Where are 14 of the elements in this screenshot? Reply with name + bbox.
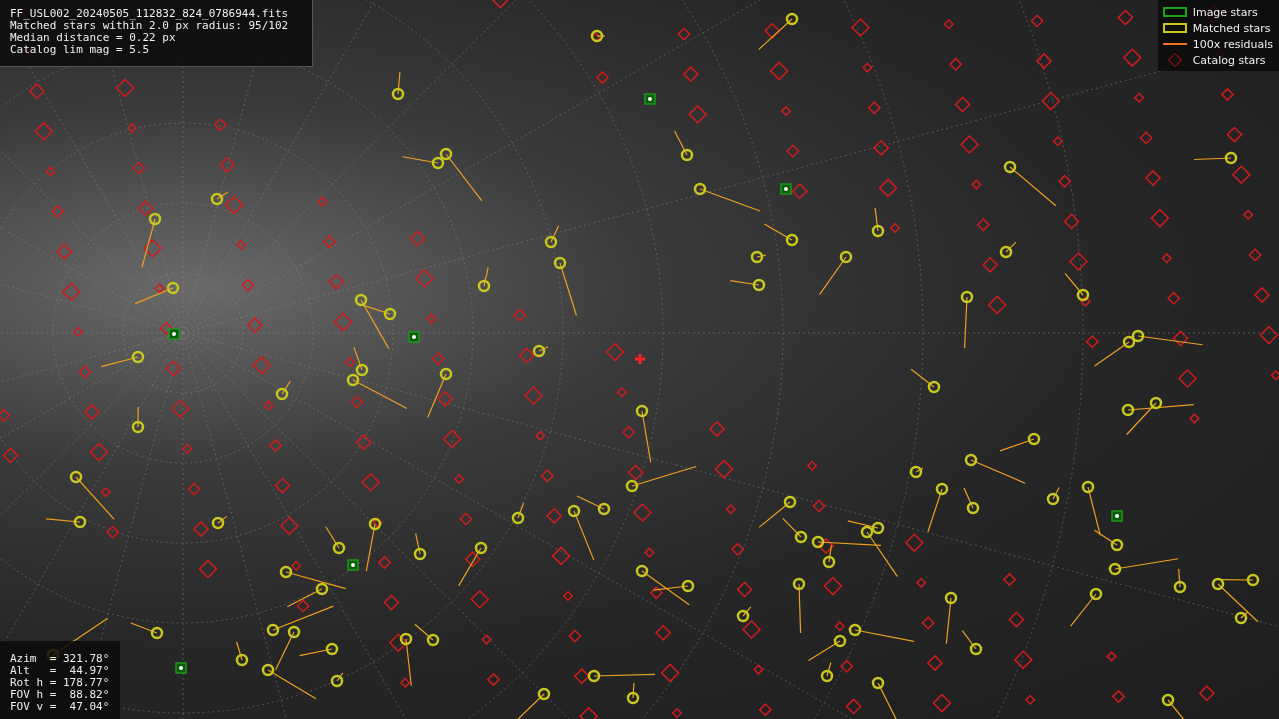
legend-label: Image stars [1192, 5, 1258, 19]
legend-label: Matched stars [1192, 21, 1271, 35]
pointing-text: FOV v = 47.04° [10, 701, 111, 713]
legend-label: Catalog stars [1192, 53, 1266, 67]
pointing-text: Alt = 44.97° [10, 665, 111, 677]
info-text: Matched stars within 2.0 px radius: 95/102 [10, 20, 290, 32]
info-text: FF_USL002_20240505_112832_824_0786944.fits [10, 8, 290, 20]
info-text: Catalog lim mag = 5.5 [10, 44, 151, 56]
residual-line-icon [1162, 43, 1187, 45]
pointing-text: Rot h = 178.77° [10, 677, 111, 689]
pointing-text: Azim = 321.78° [10, 653, 111, 665]
legend-label: 100x residuals [1192, 37, 1273, 51]
info-text: Median distance = 0.22 px [10, 32, 177, 44]
pointing-text: FOV h = 88.82° [10, 689, 111, 701]
